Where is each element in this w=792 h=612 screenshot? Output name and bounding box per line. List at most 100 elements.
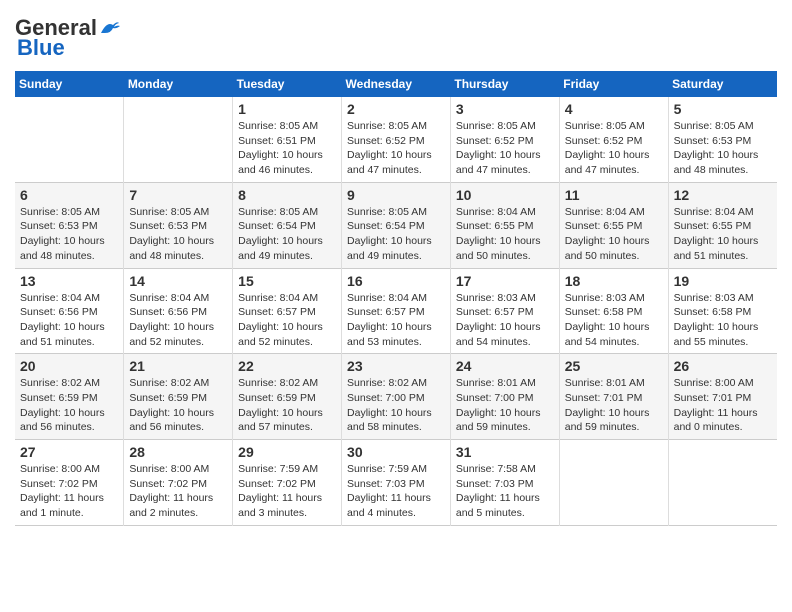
header-tuesday: Tuesday: [233, 71, 342, 97]
day-info: Sunrise: 8:04 AM Sunset: 6:55 PM Dayligh…: [674, 205, 772, 264]
day-number: 20: [20, 358, 118, 374]
day-info: Sunrise: 8:03 AM Sunset: 6:58 PM Dayligh…: [565, 291, 663, 350]
day-number: 18: [565, 273, 663, 289]
calendar-cell: 11 Sunrise: 8:04 AM Sunset: 6:55 PM Dayli…: [559, 182, 668, 268]
day-info: Sunrise: 8:03 AM Sunset: 6:57 PM Dayligh…: [456, 291, 554, 350]
calendar-cell: 5 Sunrise: 8:05 AM Sunset: 6:53 PM Daylig…: [668, 97, 777, 182]
calendar-cell: 18 Sunrise: 8:03 AM Sunset: 6:58 PM Dayli…: [559, 268, 668, 354]
calendar-cell: 17 Sunrise: 8:03 AM Sunset: 6:57 PM Dayli…: [450, 268, 559, 354]
calendar-cell: 30 Sunrise: 7:59 AM Sunset: 7:03 PM Dayli…: [342, 440, 451, 526]
day-number: 28: [129, 444, 227, 460]
header-friday: Friday: [559, 71, 668, 97]
day-info: Sunrise: 8:04 AM Sunset: 6:55 PM Dayligh…: [565, 205, 663, 264]
calendar-cell: 26 Sunrise: 8:00 AM Sunset: 7:01 PM Dayli…: [668, 354, 777, 440]
day-number: 19: [674, 273, 772, 289]
calendar-cell: 21 Sunrise: 8:02 AM Sunset: 6:59 PM Dayli…: [124, 354, 233, 440]
day-number: 24: [456, 358, 554, 374]
week-row-4: 20 Sunrise: 8:02 AM Sunset: 6:59 PM Dayli…: [15, 354, 777, 440]
day-info: Sunrise: 8:05 AM Sunset: 6:53 PM Dayligh…: [20, 205, 118, 264]
day-number: 5: [674, 101, 772, 117]
day-info: Sunrise: 8:05 AM Sunset: 6:52 PM Dayligh…: [347, 119, 445, 178]
calendar-cell: 27 Sunrise: 8:00 AM Sunset: 7:02 PM Dayli…: [15, 440, 124, 526]
day-info: Sunrise: 8:01 AM Sunset: 7:01 PM Dayligh…: [565, 376, 663, 435]
day-info: Sunrise: 8:00 AM Sunset: 7:02 PM Dayligh…: [129, 462, 227, 521]
calendar-cell: 2 Sunrise: 8:05 AM Sunset: 6:52 PM Daylig…: [342, 97, 451, 182]
calendar-header: SundayMondayTuesdayWednesdayThursdayFrid…: [15, 71, 777, 97]
calendar-cell: 8Sunrise: 8:05 AM Sunset: 6:54 PM Daylig…: [233, 182, 342, 268]
day-number: 14: [129, 273, 227, 289]
week-row-2: 6 Sunrise: 8:05 AM Sunset: 6:53 PM Daylig…: [15, 182, 777, 268]
calendar-cell: [15, 97, 124, 182]
day-number: 17: [456, 273, 554, 289]
calendar-cell: 10 Sunrise: 8:04 AM Sunset: 6:55 PM Dayli…: [450, 182, 559, 268]
day-info: Sunrise: 7:59 AM Sunset: 7:02 PM Dayligh…: [238, 462, 336, 521]
day-info: Sunrise: 8:05 AM Sunset: 6:52 PM Dayligh…: [456, 119, 554, 178]
calendar-cell: 13 Sunrise: 8:04 AM Sunset: 6:56 PM Dayli…: [15, 268, 124, 354]
day-number: 31: [456, 444, 554, 460]
day-info: Sunrise: 8:05 AM Sunset: 6:51 PM Dayligh…: [238, 119, 336, 178]
calendar-cell: 16 Sunrise: 8:04 AM Sunset: 6:57 PM Dayli…: [342, 268, 451, 354]
day-number: 25: [565, 358, 663, 374]
day-info: Sunrise: 8:04 AM Sunset: 6:56 PM Dayligh…: [20, 291, 118, 350]
day-info: Sunrise: 8:00 AM Sunset: 7:02 PM Dayligh…: [20, 462, 118, 521]
day-number: 26: [674, 358, 772, 374]
calendar-cell: 28 Sunrise: 8:00 AM Sunset: 7:02 PM Dayli…: [124, 440, 233, 526]
calendar-cell: 23Sunrise: 8:02 AM Sunset: 7:00 PM Dayli…: [342, 354, 451, 440]
calendar-cell: 4 Sunrise: 8:05 AM Sunset: 6:52 PM Daylig…: [559, 97, 668, 182]
calendar-cell: 25 Sunrise: 8:01 AM Sunset: 7:01 PM Dayli…: [559, 354, 668, 440]
calendar-cell: 24 Sunrise: 8:01 AM Sunset: 7:00 PM Dayli…: [450, 354, 559, 440]
day-info: Sunrise: 8:02 AM Sunset: 6:59 PM Dayligh…: [20, 376, 118, 435]
calendar-cell: 9 Sunrise: 8:05 AM Sunset: 6:54 PM Daylig…: [342, 182, 451, 268]
calendar-cell: [124, 97, 233, 182]
day-number: 11: [565, 187, 663, 203]
day-number: 2: [347, 101, 445, 117]
page-header: General Blue: [15, 15, 777, 61]
header-saturday: Saturday: [668, 71, 777, 97]
day-info: Sunrise: 7:58 AM Sunset: 7:03 PM Dayligh…: [456, 462, 554, 521]
calendar-cell: 6 Sunrise: 8:05 AM Sunset: 6:53 PM Daylig…: [15, 182, 124, 268]
header-row: SundayMondayTuesdayWednesdayThursdayFrid…: [15, 71, 777, 97]
day-info: Sunrise: 8:02 AM Sunset: 6:59 PM Dayligh…: [129, 376, 227, 435]
calendar-cell: 12 Sunrise: 8:04 AM Sunset: 6:55 PM Dayli…: [668, 182, 777, 268]
day-info: Sunrise: 8:02 AM Sunset: 6:59 PM Dayligh…: [238, 376, 336, 435]
day-info: Sunrise: 8:05 AM Sunset: 6:52 PM Dayligh…: [565, 119, 663, 178]
logo-blue-text: Blue: [17, 35, 65, 61]
day-info: Sunrise: 8:05 AM Sunset: 6:54 PM Dayligh…: [347, 205, 445, 264]
calendar-cell: 20 Sunrise: 8:02 AM Sunset: 6:59 PM Dayli…: [15, 354, 124, 440]
day-number: 9: [347, 187, 445, 203]
day-number: 21: [129, 358, 227, 374]
day-number: 10: [456, 187, 554, 203]
day-info: Sunrise: 8:04 AM Sunset: 6:55 PM Dayligh…: [456, 205, 554, 264]
day-number: 6: [20, 187, 118, 203]
day-info: Sunrise: 8:03 AM Sunset: 6:58 PM Dayligh…: [674, 291, 772, 350]
day-info: Sunrise: 7:59 AM Sunset: 7:03 PM Dayligh…: [347, 462, 445, 521]
day-number: 27: [20, 444, 118, 460]
day-number: 15: [238, 273, 336, 289]
week-row-5: 27 Sunrise: 8:00 AM Sunset: 7:02 PM Dayli…: [15, 440, 777, 526]
day-info: Sunrise: 8:00 AM Sunset: 7:01 PM Dayligh…: [674, 376, 772, 435]
calendar-cell: 15Sunrise: 8:04 AM Sunset: 6:57 PM Dayli…: [233, 268, 342, 354]
day-number: 29: [238, 444, 336, 460]
day-info: Sunrise: 8:01 AM Sunset: 7:00 PM Dayligh…: [456, 376, 554, 435]
calendar-cell: 3 Sunrise: 8:05 AM Sunset: 6:52 PM Daylig…: [450, 97, 559, 182]
calendar-cell: 31 Sunrise: 7:58 AM Sunset: 7:03 PM Dayli…: [450, 440, 559, 526]
day-number: 22: [238, 358, 336, 374]
day-number: 8: [238, 187, 336, 203]
header-wednesday: Wednesday: [342, 71, 451, 97]
day-info: Sunrise: 8:05 AM Sunset: 6:53 PM Dayligh…: [674, 119, 772, 178]
day-number: 4: [565, 101, 663, 117]
week-row-1: 1Sunrise: 8:05 AM Sunset: 6:51 PM Daylig…: [15, 97, 777, 182]
header-thursday: Thursday: [450, 71, 559, 97]
day-number: 13: [20, 273, 118, 289]
day-number: 12: [674, 187, 772, 203]
day-number: 16: [347, 273, 445, 289]
header-monday: Monday: [124, 71, 233, 97]
calendar-cell: [668, 440, 777, 526]
day-info: Sunrise: 8:04 AM Sunset: 6:57 PM Dayligh…: [347, 291, 445, 350]
day-info: Sunrise: 8:02 AM Sunset: 7:00 PM Dayligh…: [347, 376, 445, 435]
logo-bird-icon: [99, 19, 121, 37]
day-number: 7: [129, 187, 227, 203]
day-number: 30: [347, 444, 445, 460]
day-number: 3: [456, 101, 554, 117]
header-sunday: Sunday: [15, 71, 124, 97]
